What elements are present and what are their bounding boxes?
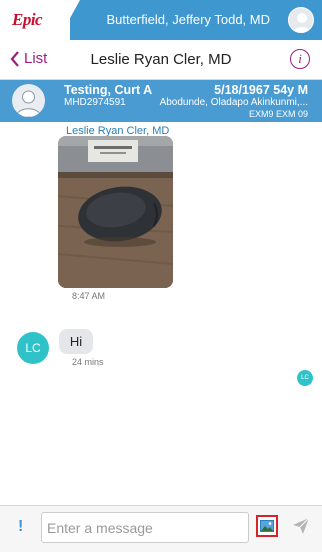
- user-avatar-icon[interactable]: [288, 7, 314, 33]
- patient-name: Testing, Curt A: [64, 83, 153, 97]
- info-icon[interactable]: i: [290, 49, 310, 69]
- patient-mrn: MHD2974591: [64, 97, 126, 108]
- priority-icon[interactable]: !: [18, 518, 23, 536]
- patient-avatar-icon: [12, 84, 45, 117]
- patient-dob-age-sex: 5/18/1967 54y M: [214, 83, 308, 97]
- image-icon: [260, 520, 274, 532]
- text-message[interactable]: Hi: [59, 329, 93, 354]
- patient-header[interactable]: Testing, Curt A 5/18/1967 54y M MHD29745…: [0, 80, 322, 122]
- message-composer: !: [0, 505, 322, 552]
- logo-slant: [58, 0, 80, 40]
- top-bar: Epic Butterfield, Jeffery Todd, MD: [0, 0, 322, 40]
- conversation-title: Leslie Ryan Cler, MD: [90, 51, 232, 68]
- nav-bar: List Leslie Ryan Cler, MD i: [0, 40, 322, 80]
- logged-in-user: Butterfield, Jeffery Todd, MD: [106, 12, 270, 27]
- send-icon: [293, 517, 310, 534]
- sender-avatar: LC: [17, 332, 49, 364]
- read-receipt-avatar: LC: [297, 370, 313, 386]
- patient-department: EXM9 EXM 09: [248, 109, 308, 119]
- attach-image-button[interactable]: [256, 515, 278, 537]
- message-thread[interactable]: Leslie Ryan Cler, MD 8:47 AM LC Hi 24 mi…: [0, 122, 322, 505]
- send-button[interactable]: [292, 517, 310, 540]
- message-timestamp: 8:47 AM: [72, 291, 106, 301]
- message-input[interactable]: [41, 512, 249, 543]
- epic-logo: Epic: [12, 10, 43, 29]
- message-timestamp: 24 mins: [72, 357, 104, 367]
- patient-providers: Abodunde, Oladapo Akinkunmi,...: [159, 97, 308, 108]
- mouse-photo: [58, 136, 173, 288]
- image-message[interactable]: [58, 136, 173, 288]
